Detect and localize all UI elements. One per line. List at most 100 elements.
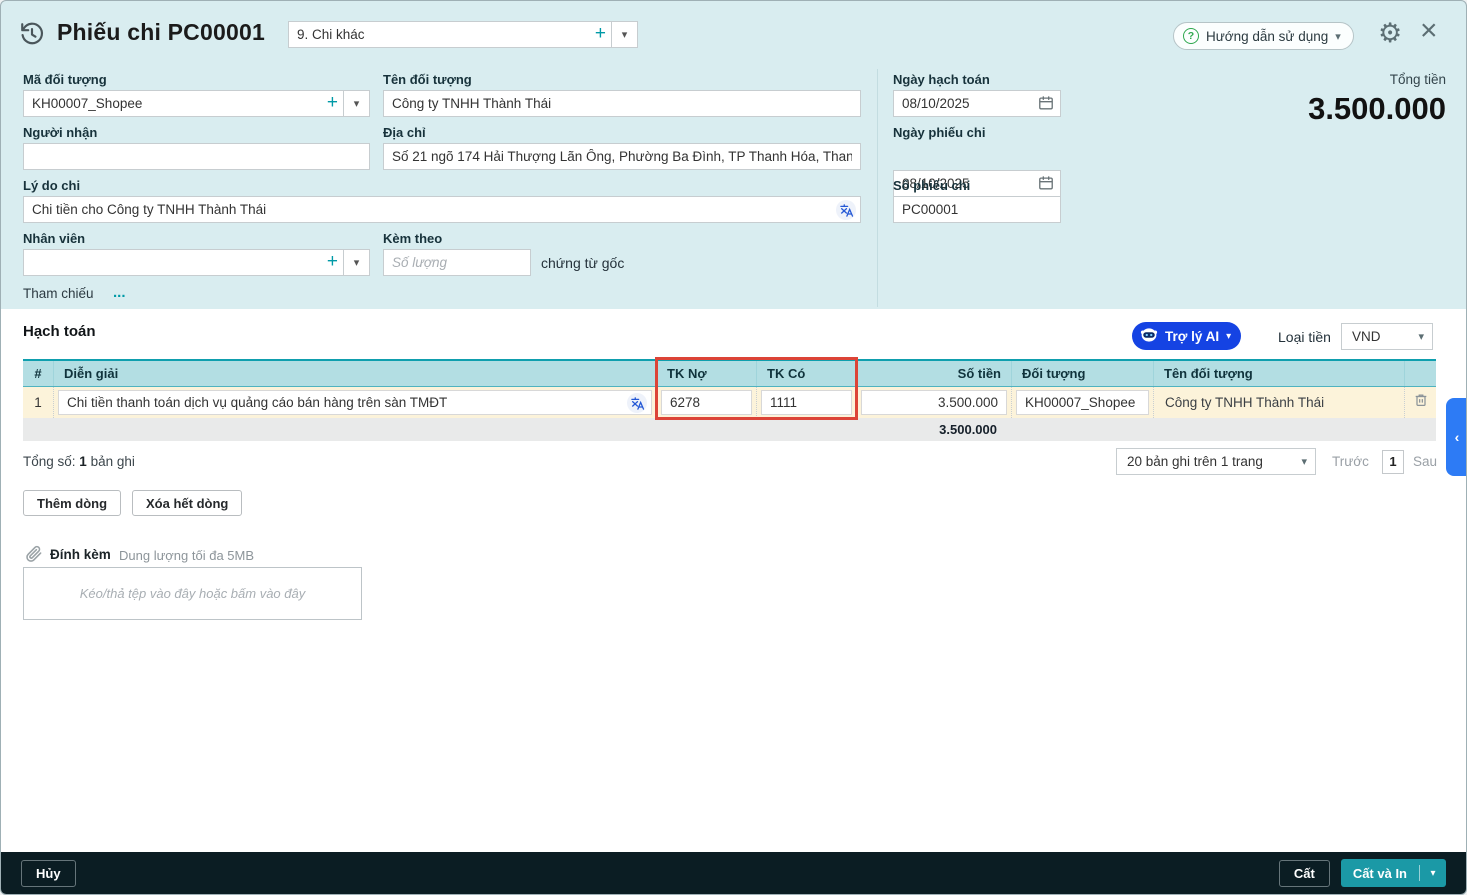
col-object-header: Đối tượng [1011, 361, 1153, 386]
attached-docs-input[interactable] [383, 249, 531, 276]
partner-code-combo: + ▾ [23, 90, 370, 117]
translate-icon[interactable] [836, 200, 856, 220]
translate-icon[interactable] [627, 393, 647, 413]
attached-docs-suffix: chứng từ gốc [541, 255, 624, 271]
partner-code-input[interactable] [23, 90, 344, 117]
col-object-name-header: Tên đối tượng [1153, 361, 1404, 386]
partner-name-input[interactable] [383, 90, 861, 117]
table-row: 1 Công ty TNHH Thành Thái [23, 387, 1436, 418]
col-credit-account-header: TK Có [756, 361, 856, 386]
footer-bar: Hủy Cất Cất và In ▾ [1, 852, 1466, 894]
col-amount-header: Số tiền [856, 361, 1011, 386]
save-print-button[interactable]: Cất và In ▾ [1341, 859, 1446, 887]
chevron-down-icon: ▾ [1335, 30, 1341, 43]
calendar-icon[interactable] [1038, 175, 1054, 196]
total-row-amount: 3.500.000 [23, 422, 1011, 437]
attached-docs-label: Kèm theo [383, 231, 442, 246]
col-debit-account-header: TK Nợ [656, 361, 756, 386]
help-button[interactable]: ? Hướng dẫn sử dụng ▾ [1173, 22, 1354, 50]
attachment-hint: Dung lượng tối đa 5MB [119, 548, 254, 563]
save-print-label: Cất và In [1341, 866, 1419, 881]
voucher-type-dropdown-button[interactable]: ▾ [612, 21, 638, 48]
add-row-button[interactable]: Thêm dòng [23, 490, 121, 516]
paperclip-icon [24, 544, 43, 568]
address-input[interactable] [383, 143, 861, 170]
record-count-unit: bản ghi [91, 454, 135, 469]
record-count-value: 1 [79, 454, 87, 469]
posting-date-input[interactable] [893, 90, 1061, 117]
help-button-label: Hướng dẫn sử dụng [1206, 29, 1328, 44]
save-button[interactable]: Cất [1279, 860, 1330, 887]
settings-icon[interactable]: ⚙ [1378, 20, 1402, 47]
reason-label: Lý do chi [23, 178, 80, 193]
page-size-value: 20 bản ghi trên 1 trang [1127, 454, 1263, 469]
chevron-down-icon: ▾ [622, 28, 628, 41]
debit-account-input[interactable] [661, 390, 752, 415]
object-code-input[interactable] [1016, 390, 1149, 415]
accounting-section-title: Hạch toán [23, 323, 96, 340]
chevron-down-icon: ▾ [1226, 331, 1231, 342]
employee-dropdown-button[interactable]: ▾ [344, 249, 370, 276]
question-icon: ? [1183, 28, 1199, 44]
col-description-header: Diễn giải [53, 361, 656, 386]
voucher-type-input[interactable] [288, 21, 612, 48]
row-index: 1 [34, 395, 42, 410]
chevron-left-icon: ‹ [1455, 429, 1460, 445]
accounting-table: # Diễn giải TK Nợ TK Có Số tiền Đối tượn… [23, 359, 1436, 441]
ai-assistant-button[interactable]: Trợ lý AI ▾ [1132, 322, 1241, 350]
current-page-box[interactable]: 1 [1382, 450, 1404, 474]
total-amount-label: Tổng tiền [1390, 72, 1446, 87]
amount-input[interactable] [861, 390, 1007, 415]
voucher-type-combo: + ▾ [288, 21, 638, 48]
chevron-down-icon: ▾ [354, 256, 360, 269]
currency-select[interactable]: VND ▾ [1341, 323, 1433, 350]
ai-assistant-label: Trợ lý AI [1165, 329, 1219, 344]
add-employee-icon[interactable]: + [327, 251, 338, 273]
credit-account-input[interactable] [761, 390, 852, 415]
file-dropzone[interactable]: Kéo/thả tệp vào đây hoặc bấm vào đây [23, 567, 362, 620]
table-header-row: # Diễn giải TK Nợ TK Có Số tiền Đối tượn… [23, 359, 1436, 387]
collapse-panel-tab[interactable]: ‹ [1446, 398, 1467, 476]
close-icon[interactable]: × [1420, 16, 1438, 46]
currency-label: Loại tiền [1278, 329, 1331, 345]
chevron-down-icon: ▾ [1418, 330, 1424, 343]
chevron-down-icon: ▾ [1301, 455, 1307, 468]
description-input[interactable] [58, 390, 652, 415]
posting-date-label: Ngày hạch toán [893, 72, 990, 87]
prev-page-button[interactable]: Trước [1332, 454, 1369, 469]
add-voucher-type-icon[interactable]: + [595, 23, 606, 45]
object-name-text: Công ty TNHH Thành Thái [1158, 395, 1324, 410]
history-icon[interactable] [19, 21, 45, 51]
reason-input[interactable] [23, 196, 861, 223]
table-total-row: 3.500.000 [23, 418, 1436, 441]
col-index-header: # [23, 361, 53, 386]
payment-voucher-window: Phiếu chi PC00001 + ▾ ? Hướng dẫn sử dụn… [0, 0, 1467, 895]
address-label: Địa chỉ [383, 125, 426, 140]
attachment-label: Đính kèm [50, 547, 111, 562]
delete-row-icon[interactable] [1413, 392, 1429, 413]
reference-more-link[interactable]: ... [113, 284, 126, 301]
total-amount-value: 3.500.000 [1308, 91, 1446, 127]
employee-input[interactable] [23, 249, 344, 276]
reference-label: Tham chiếu [23, 286, 94, 301]
voucher-number-input[interactable] [893, 196, 1061, 223]
save-print-dropdown-icon[interactable]: ▾ [1420, 868, 1446, 879]
next-page-button[interactable]: Sau [1413, 454, 1437, 469]
add-partner-icon[interactable]: + [327, 92, 338, 114]
employee-combo: + ▾ [23, 249, 370, 276]
partner-code-label: Mã đối tượng [23, 72, 107, 87]
robot-icon [1140, 326, 1158, 347]
delete-all-rows-button[interactable]: Xóa hết dòng [132, 490, 242, 516]
form-divider [877, 69, 878, 307]
calendar-icon[interactable] [1038, 95, 1054, 116]
receiver-label: Người nhận [23, 125, 97, 140]
employee-label: Nhân viên [23, 231, 85, 246]
page-size-select[interactable]: 20 bản ghi trên 1 trang ▾ [1116, 448, 1316, 475]
cancel-button[interactable]: Hủy [21, 860, 76, 887]
partner-code-dropdown-button[interactable]: ▾ [344, 90, 370, 117]
voucher-number-label: Số phiếu chi [893, 178, 970, 193]
record-count-label: Tổng số: [23, 454, 76, 469]
receiver-input[interactable] [23, 143, 370, 170]
chevron-down-icon: ▾ [354, 97, 360, 110]
voucher-date-label: Ngày phiếu chi [893, 125, 985, 140]
